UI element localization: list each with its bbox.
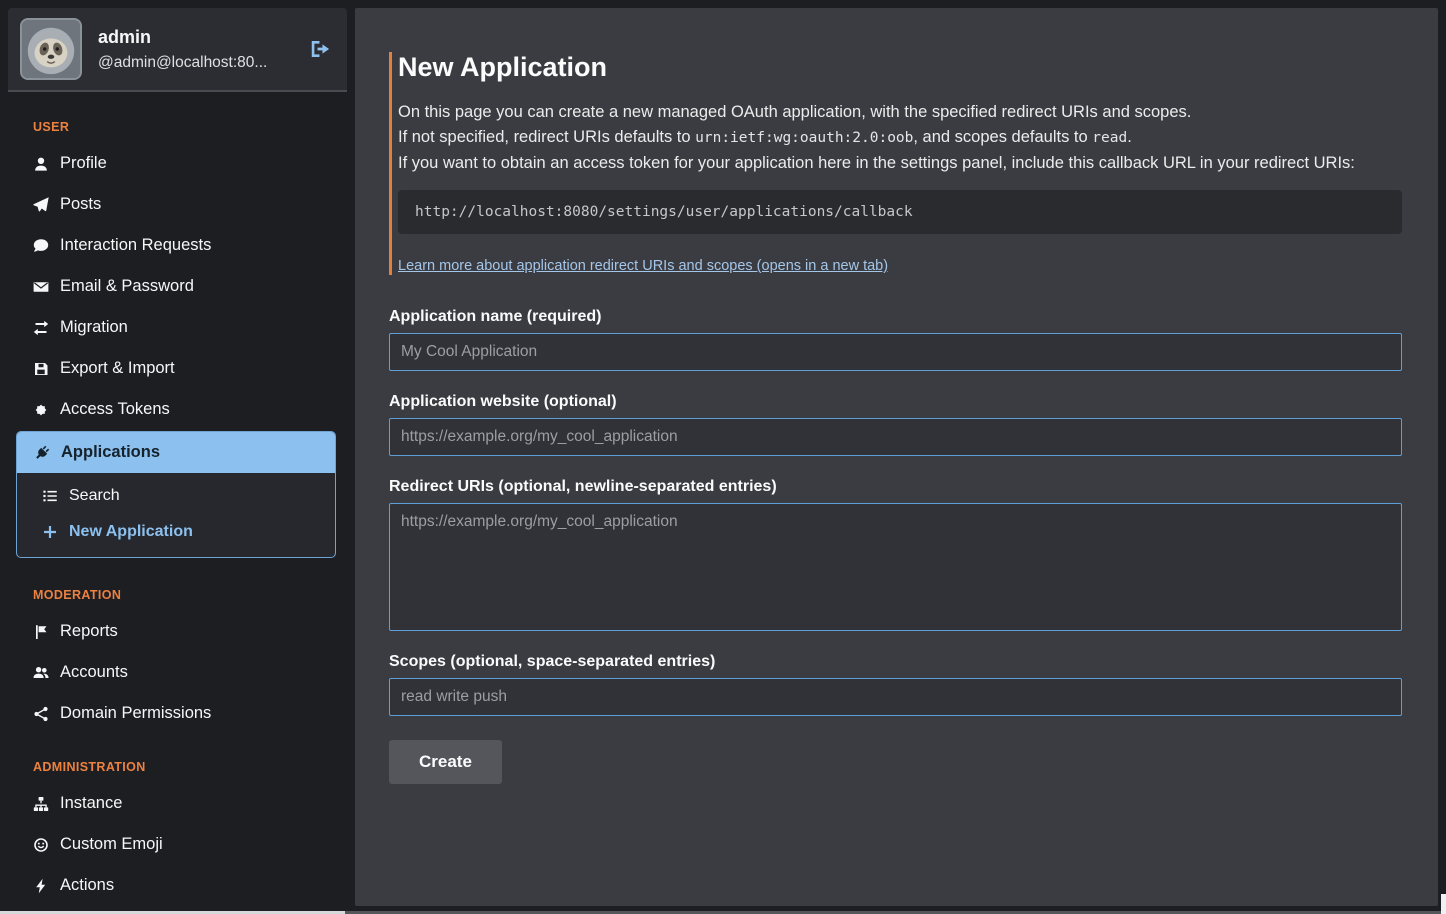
- sidebar-item-interaction-requests[interactable]: Interaction Requests: [8, 225, 347, 266]
- sidebar-subitem-new-application[interactable]: New Application: [17, 514, 335, 550]
- new-application-form: Application name (required) Application …: [389, 308, 1402, 784]
- users-icon: [32, 665, 50, 681]
- sidebar-item-accounts[interactable]: Accounts: [8, 652, 347, 693]
- sidebar-item-actions[interactable]: Actions: [8, 865, 347, 906]
- inline-code-oob: urn:ietf:wg:oauth:2.0:oob: [695, 130, 913, 146]
- user-icon: [32, 156, 50, 172]
- sidebar-item-label: Applications: [61, 443, 160, 462]
- applications-group: Applications Search New Application: [16, 431, 336, 558]
- flag-icon: [32, 624, 50, 640]
- sidebar-item-posts[interactable]: Posts: [8, 184, 347, 225]
- intro-line-2-pre: If not specified, redirect URIs defaults…: [398, 128, 695, 146]
- application-website-group: Application website (optional): [389, 393, 1402, 456]
- sidebar-item-email-password[interactable]: Email & Password: [8, 266, 347, 307]
- paper-plane-icon: [32, 197, 50, 213]
- sidebar-item-label: Custom Emoji: [60, 835, 163, 854]
- comment-icon: [32, 238, 50, 254]
- intro-line-2-mid: , and scopes defaults to: [913, 128, 1092, 146]
- section-label-moderation: MODERATION: [33, 588, 347, 602]
- user-handle: @admin@localhost:80...: [98, 54, 267, 72]
- application-name-label: Application name (required): [389, 308, 1402, 326]
- sidebar-item-label: Export & Import: [60, 359, 175, 378]
- sidebar-item-label: Email & Password: [60, 277, 194, 296]
- plus-icon: [41, 524, 59, 540]
- avatar: [20, 18, 82, 80]
- smiley-icon: [32, 837, 50, 853]
- user-name: admin: [98, 27, 267, 48]
- application-name-group: Application name (required): [389, 308, 1402, 371]
- sidebar-subitem-search[interactable]: Search: [17, 478, 335, 514]
- sidebar-item-applications[interactable]: Applications: [17, 432, 335, 473]
- intro-line-2-post: .: [1127, 128, 1132, 146]
- list-icon: [41, 488, 59, 504]
- scopes-label: Scopes (optional, space-separated entrie…: [389, 653, 1402, 671]
- redirect-uris-label: Redirect URIs (optional, newline-separat…: [389, 478, 1402, 496]
- sidebar-subitem-label: Search: [69, 487, 120, 505]
- redirect-uris-textarea[interactable]: [389, 503, 1402, 631]
- sidebar-subitem-label: New Application: [69, 523, 193, 541]
- sidebar-item-label: Accounts: [60, 663, 128, 682]
- sitemap-icon: [32, 796, 50, 812]
- sidebar-item-label: Domain Permissions: [60, 704, 211, 723]
- envelope-icon: [32, 279, 50, 295]
- section-label-administration: ADMINISTRATION: [33, 760, 347, 774]
- sidebar-item-label: Reports: [60, 622, 118, 641]
- sidebar-item-label: Posts: [60, 195, 101, 214]
- intro-line-3: If you want to obtain an access token fo…: [398, 151, 1402, 176]
- section-label-user: USER: [33, 120, 347, 134]
- sidebar-item-label: Migration: [60, 318, 128, 337]
- sidebar-item-label: Instance: [60, 794, 122, 813]
- sidebar-item-label: Access Tokens: [60, 400, 170, 419]
- sidebar-item-migration[interactable]: Migration: [8, 307, 347, 348]
- user-card[interactable]: admin @admin@localhost:80...: [8, 8, 347, 92]
- main-panel: New Application On this page you can cre…: [355, 8, 1438, 906]
- sidebar-item-label: Profile: [60, 154, 107, 173]
- learn-more-link[interactable]: Learn more about application redirect UR…: [398, 258, 888, 274]
- sidebar-item-label: Actions: [60, 876, 114, 895]
- plug-icon: [33, 445, 51, 461]
- sidebar-item-profile[interactable]: Profile: [8, 143, 347, 184]
- intro-line-2: If not specified, redirect URIs defaults…: [398, 125, 1402, 151]
- vertical-scrollbar-thumb[interactable]: [1441, 894, 1446, 914]
- sign-out-icon[interactable]: [309, 38, 335, 60]
- application-name-input[interactable]: [389, 333, 1402, 371]
- scopes-group: Scopes (optional, space-separated entrie…: [389, 653, 1402, 716]
- application-website-input[interactable]: [389, 418, 1402, 456]
- sidebar: admin @admin@localhost:80... USER Profil…: [8, 8, 347, 906]
- exchange-icon: [32, 320, 50, 336]
- sidebar-item-export-import[interactable]: Export & Import: [8, 348, 347, 389]
- bolt-icon: [32, 878, 50, 894]
- sidebar-item-label: Interaction Requests: [60, 236, 211, 255]
- redirect-uris-group: Redirect URIs (optional, newline-separat…: [389, 478, 1402, 631]
- app-root: admin @admin@localhost:80... USER Profil…: [0, 0, 1446, 914]
- applications-submenu: Search New Application: [17, 473, 335, 558]
- certificate-icon: [32, 402, 50, 418]
- page-title: New Application: [398, 52, 1402, 83]
- inline-code-read: read: [1092, 130, 1127, 146]
- sidebar-item-custom-emoji[interactable]: Custom Emoji: [8, 824, 347, 865]
- info-block: New Application On this page you can cre…: [389, 52, 1402, 275]
- create-button[interactable]: Create: [389, 740, 502, 784]
- sidebar-item-reports[interactable]: Reports: [8, 611, 347, 652]
- sidebar-item-access-tokens[interactable]: Access Tokens: [8, 389, 347, 430]
- sidebar-item-instance[interactable]: Instance: [8, 783, 347, 824]
- sidebar-item-domain-permissions[interactable]: Domain Permissions: [8, 693, 347, 734]
- application-website-label: Application website (optional): [389, 393, 1402, 411]
- user-meta: admin @admin@localhost:80...: [98, 27, 267, 72]
- share-nodes-icon: [32, 706, 50, 722]
- callback-url: http://localhost:8080/settings/user/appl…: [398, 190, 1402, 234]
- intro-line-1: On this page you can create a new manage…: [398, 100, 1402, 125]
- scopes-input[interactable]: [389, 678, 1402, 716]
- floppy-disk-icon: [32, 361, 50, 377]
